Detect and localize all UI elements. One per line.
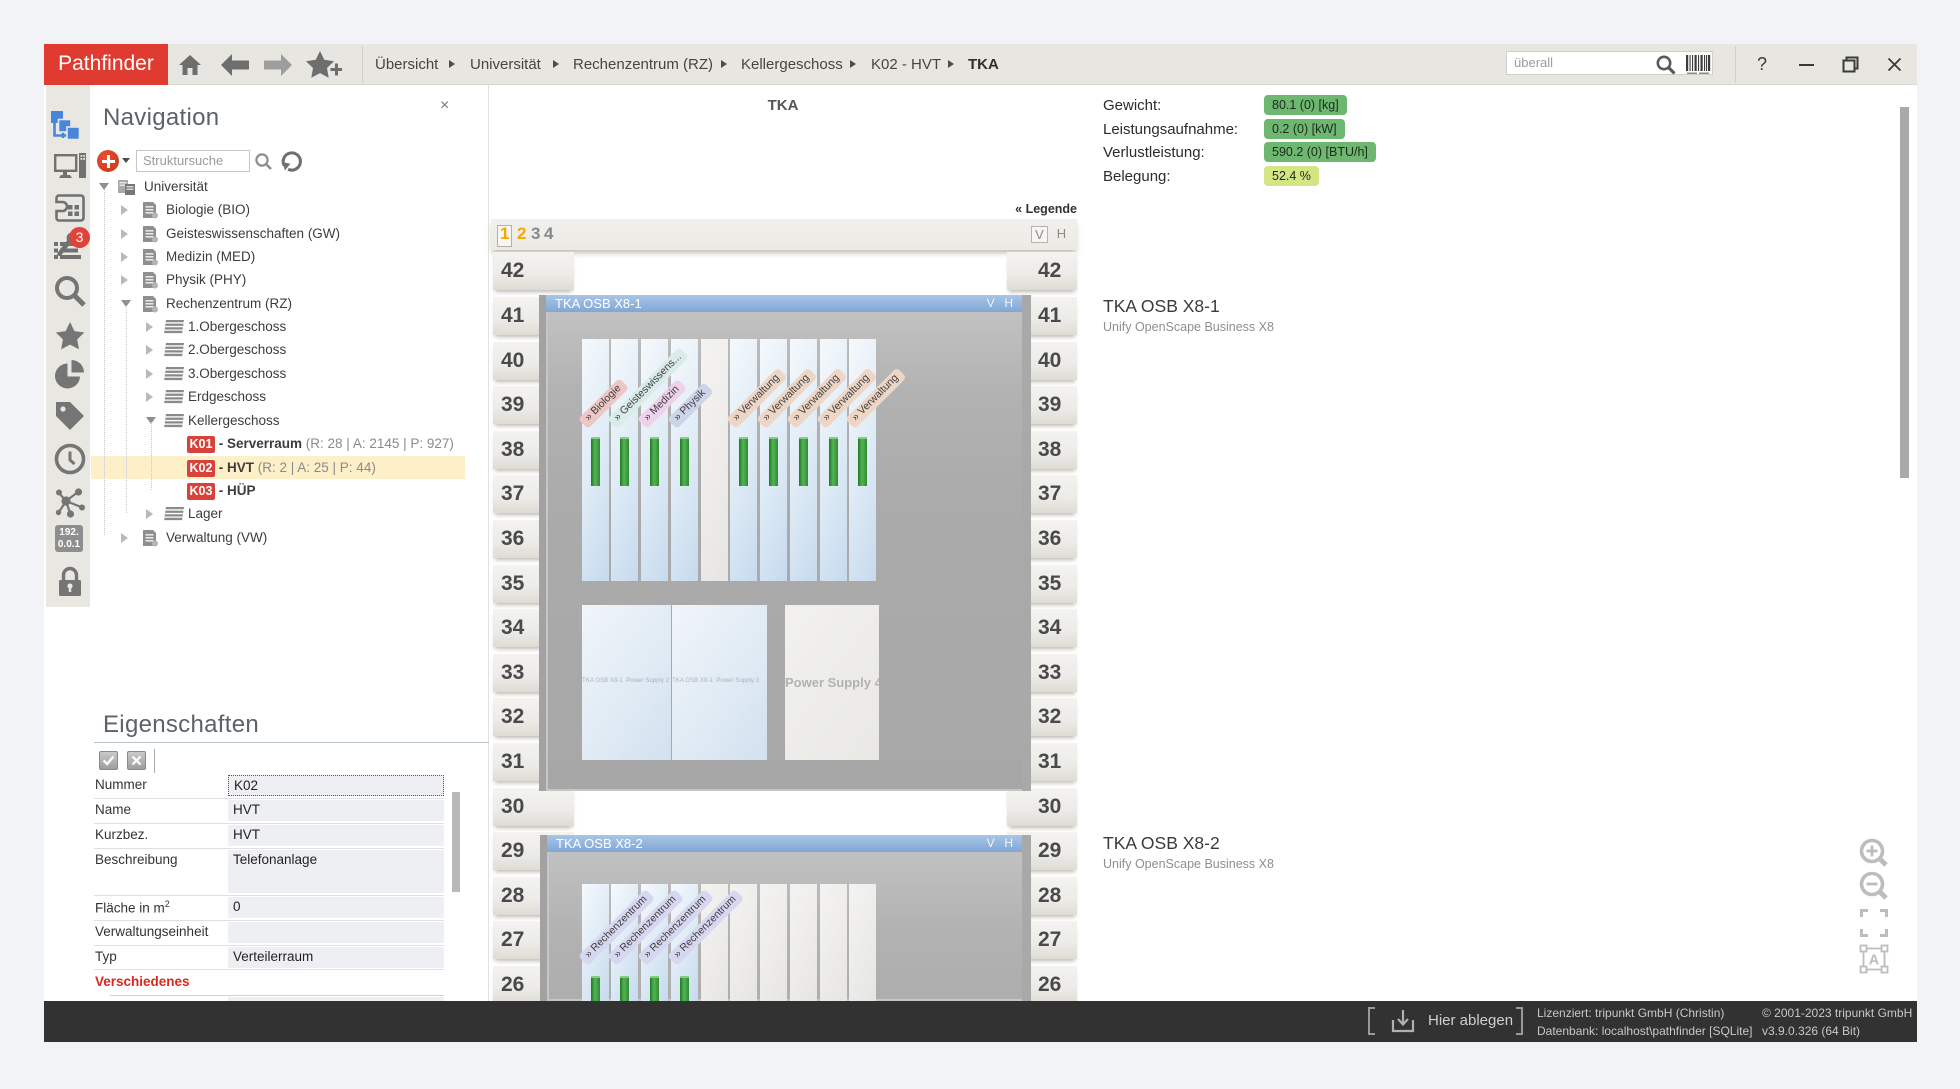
svg-text:A: A <box>1869 953 1880 969</box>
